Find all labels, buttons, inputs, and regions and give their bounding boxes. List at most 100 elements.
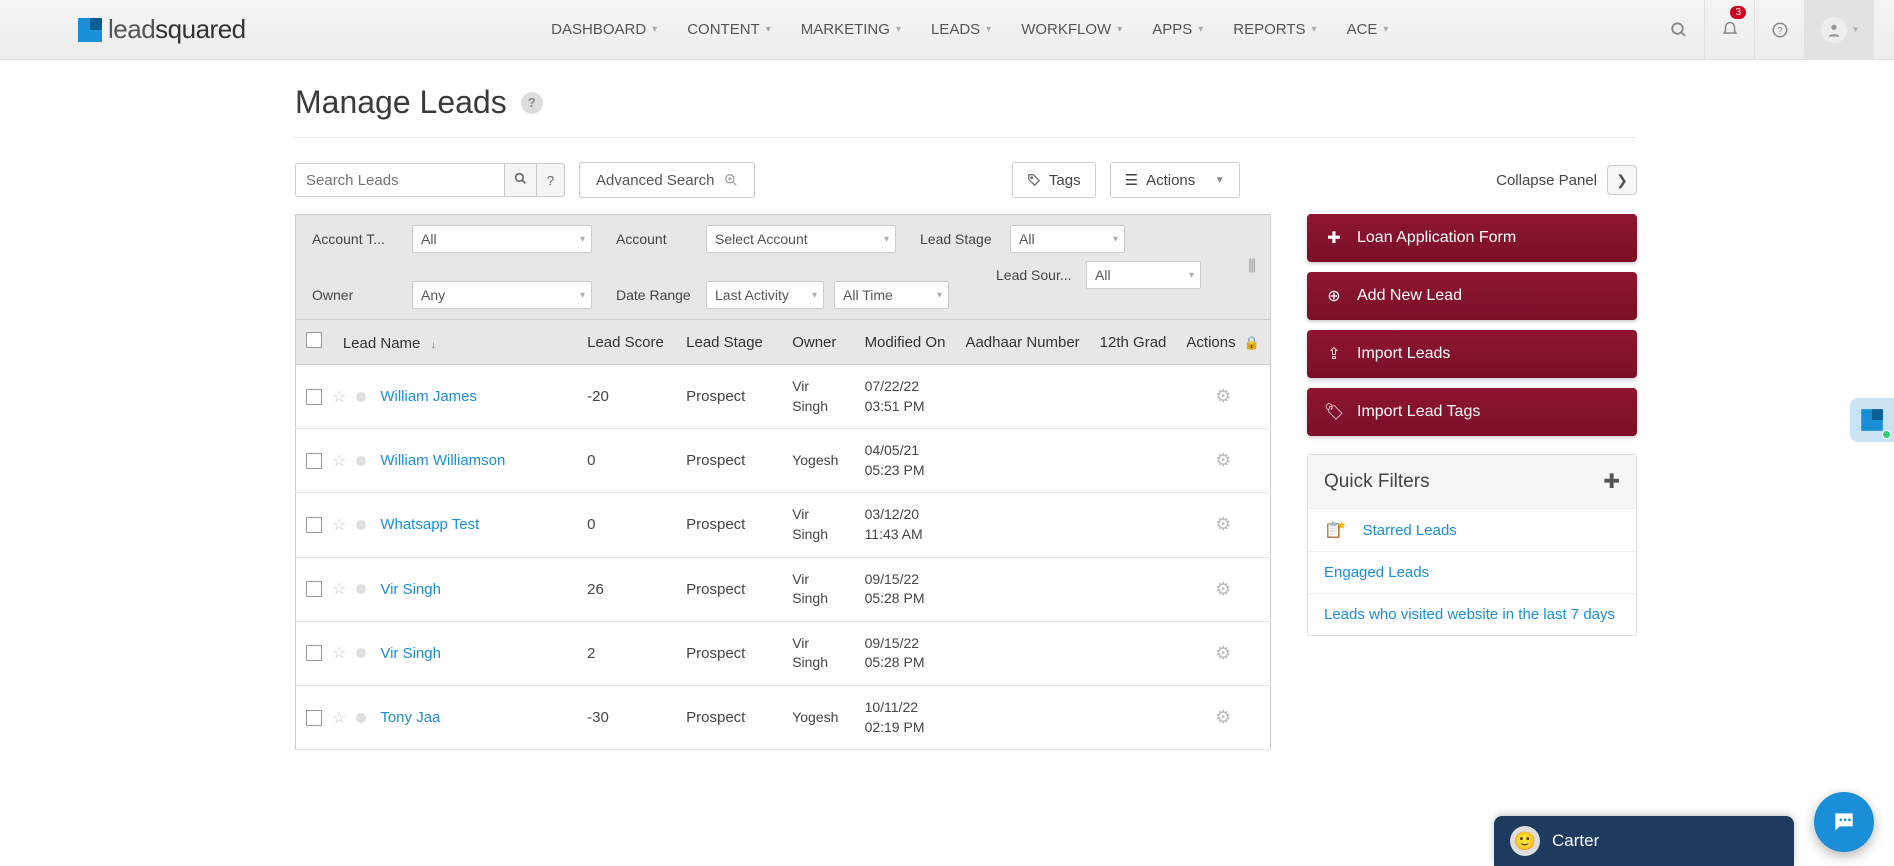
add-filter-icon[interactable]: ✚: [1603, 469, 1620, 494]
cell-owner: VirSingh: [782, 365, 854, 429]
starred-list-icon: 📋★: [1324, 521, 1353, 539]
side-widget[interactable]: [1850, 398, 1894, 442]
side-action-button[interactable]: ⇪Import Leads: [1307, 330, 1637, 378]
row-actions-gear-icon[interactable]: ⚙: [1215, 579, 1231, 599]
nav-item-reports[interactable]: REPORTS▾: [1233, 21, 1316, 38]
select-all-checkbox[interactable]: [306, 332, 322, 348]
chat-bar[interactable]: 🙂 Carter: [1494, 816, 1794, 866]
row-actions-gear-icon[interactable]: ⚙: [1215, 386, 1231, 406]
nav-item-marketing[interactable]: MARKETING▾: [801, 21, 901, 38]
top-header: leadsquared DASHBOARD▾ CONTENT▾ MARKETING▾…: [0, 0, 1894, 60]
help-icon[interactable]: ?: [1754, 0, 1804, 60]
logo[interactable]: leadsquared: [78, 14, 246, 45]
profile-menu[interactable]: ▾: [1804, 0, 1874, 60]
filter-account-select[interactable]: Select Account: [706, 225, 896, 253]
cell-modified: 09/15/2205:28 PM: [855, 557, 956, 621]
star-icon[interactable]: ☆: [332, 643, 346, 663]
side-action-button[interactable]: ✚Loan Application Form: [1307, 214, 1637, 262]
row-actions-gear-icon[interactable]: ⚙: [1215, 514, 1231, 534]
lead-name-link[interactable]: Vir Singh: [380, 581, 441, 598]
lock-icon[interactable]: 🔒: [1244, 335, 1260, 350]
page-help-icon[interactable]: ?: [521, 92, 543, 114]
star-icon[interactable]: ☆: [332, 451, 346, 471]
filter-lead-stage-select[interactable]: All: [1010, 225, 1125, 253]
collapse-panel-button[interactable]: ❯: [1607, 165, 1637, 195]
notification-badge: 3: [1730, 6, 1746, 19]
filter-lead-source-select[interactable]: All: [1086, 261, 1201, 289]
status-dot-icon: [356, 520, 366, 530]
row-checkbox[interactable]: [306, 517, 322, 533]
nav-item-content[interactable]: CONTENT▾: [687, 21, 771, 38]
cell-stage: Prospect: [676, 557, 782, 621]
col-grade[interactable]: 12th Grad: [1090, 320, 1177, 365]
quick-filter-item[interactable]: 📋★Starred Leads: [1308, 508, 1636, 551]
quick-filter-item[interactable]: Leads who visited website in the last 7 …: [1308, 593, 1636, 635]
chevron-down-icon: ▾: [766, 24, 771, 35]
lead-name-link[interactable]: William Williamson: [380, 452, 505, 469]
chat-bubble-button[interactable]: [1814, 792, 1874, 852]
star-icon[interactable]: ☆: [332, 387, 346, 407]
filter-date-range-select[interactable]: Last Activity: [706, 281, 824, 309]
nav-item-ace[interactable]: ACE▾: [1347, 21, 1389, 38]
col-aadhaar[interactable]: Aadhaar Number: [955, 320, 1089, 365]
bulk-actions-button[interactable]: ☰ Actions ▼: [1110, 162, 1240, 198]
search-input[interactable]: [295, 163, 505, 197]
filter-date-time-select[interactable]: All Time: [834, 281, 949, 309]
search-icon[interactable]: [1654, 0, 1704, 60]
row-checkbox[interactable]: [306, 581, 322, 597]
row-checkbox[interactable]: [306, 645, 322, 661]
col-lead-name[interactable]: Lead Name: [343, 335, 421, 352]
filter-owner-label: Owner: [312, 287, 412, 303]
quick-filter-item[interactable]: Engaged Leads: [1308, 551, 1636, 593]
row-checkbox[interactable]: [306, 389, 322, 405]
page-title-text: Manage Leads: [295, 84, 507, 121]
chevron-down-icon: ▾: [1198, 24, 1203, 35]
lead-name-link[interactable]: Tony Jaa: [380, 709, 440, 726]
nav-item-dashboard[interactable]: DASHBOARD▾: [551, 21, 657, 38]
chevron-down-icon: ▾: [986, 24, 991, 35]
chat-name: Carter: [1552, 831, 1599, 851]
filter-owner-select[interactable]: Any: [412, 281, 592, 309]
lead-name-link[interactable]: Whatsapp Test: [380, 516, 479, 533]
tag-icon: [1027, 173, 1041, 187]
row-checkbox[interactable]: [306, 710, 322, 726]
col-owner[interactable]: Owner: [782, 320, 854, 365]
advanced-search-button[interactable]: Advanced Search: [579, 162, 755, 198]
filter-account-type-label: Account T...: [312, 231, 412, 247]
tags-label: Tags: [1049, 172, 1081, 189]
col-lead-stage[interactable]: Lead Stage: [676, 320, 782, 365]
side-action-button[interactable]: 🏷Import Lead Tags: [1307, 388, 1637, 436]
page-title: Manage Leads ?: [295, 84, 1637, 138]
star-icon[interactable]: ☆: [332, 708, 346, 728]
table-row: ☆Whatsapp Test0ProspectVirSingh03/12/201…: [296, 493, 1271, 557]
row-actions-gear-icon[interactable]: ⚙: [1215, 707, 1231, 727]
row-actions-gear-icon[interactable]: ⚙: [1215, 643, 1231, 663]
nav-item-apps[interactable]: APPS▾: [1152, 21, 1203, 38]
cell-owner: VirSingh: [782, 493, 854, 557]
lead-name-link[interactable]: William James: [380, 388, 477, 405]
nav-item-leads[interactable]: LEADS▾: [931, 21, 991, 38]
star-icon[interactable]: ☆: [332, 579, 346, 599]
search-help-button[interactable]: ?: [537, 163, 565, 197]
col-actions: Actions: [1186, 334, 1235, 351]
lead-name-link[interactable]: Vir Singh: [380, 645, 441, 662]
table-row: ☆William Williamson0ProspectYogesh04/05/…: [296, 429, 1271, 493]
nav-item-workflow[interactable]: WORKFLOW▾: [1021, 21, 1122, 38]
col-modified-on[interactable]: Modified On: [855, 320, 956, 365]
column-toggle-icon[interactable]: ⦀: [1248, 257, 1256, 278]
col-lead-score[interactable]: Lead Score: [577, 320, 676, 365]
row-checkbox[interactable]: [306, 453, 322, 469]
status-dot-icon: [356, 456, 366, 466]
star-icon[interactable]: ☆: [332, 515, 346, 535]
filter-account-type-select[interactable]: All: [412, 225, 592, 253]
chevron-down-icon: ▼: [1215, 175, 1225, 186]
row-actions-gear-icon[interactable]: ⚙: [1215, 450, 1231, 470]
tags-button[interactable]: Tags: [1012, 162, 1096, 198]
cell-modified: 03/12/2011:43 AM: [855, 493, 956, 557]
search-button[interactable]: [505, 163, 537, 197]
notifications-icon[interactable]: 3: [1704, 0, 1754, 60]
avatar-icon: [1821, 17, 1847, 43]
sort-desc-icon: ↓: [431, 339, 437, 351]
side-action-button[interactable]: ⊕Add New Lead: [1307, 272, 1637, 320]
cell-stage: Prospect: [676, 429, 782, 493]
